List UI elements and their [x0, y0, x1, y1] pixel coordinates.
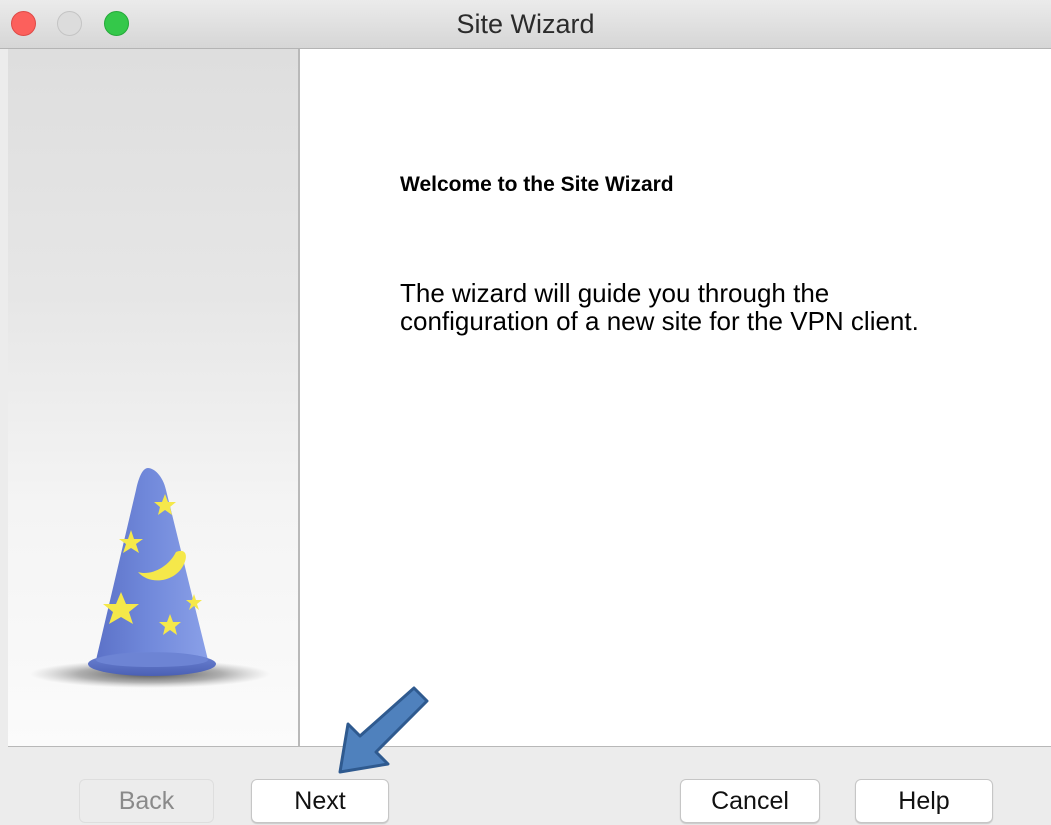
- arrow-icon: [338, 686, 429, 774]
- welcome-heading: Welcome to the Site Wizard: [400, 173, 674, 196]
- site-wizard-window: Site Wizard Welcome to the Site Wizard T…: [0, 0, 1051, 825]
- wizard-description: The wizard will guide you through the co…: [400, 279, 1020, 335]
- description-line: The wizard will guide you through the: [400, 278, 830, 308]
- back-button[interactable]: Back: [79, 779, 214, 823]
- next-button[interactable]: Next: [251, 779, 389, 823]
- help-button[interactable]: Help: [855, 779, 993, 823]
- wizard-button-bar: Back Next Cancel Help: [0, 747, 1051, 825]
- wizard-main-panel: Welcome to the Site Wizard The wizard wi…: [300, 49, 1051, 746]
- wizard-content: Welcome to the Site Wizard The wizard wi…: [8, 49, 1051, 747]
- description-line: configuration of a new site for the VPN …: [400, 306, 919, 336]
- title-bar[interactable]: Site Wizard: [0, 0, 1051, 49]
- wizard-hat-icon: [30, 468, 270, 688]
- wizard-side-panel: [8, 49, 300, 746]
- window-title: Site Wizard: [456, 9, 595, 39]
- cancel-button[interactable]: Cancel: [680, 779, 820, 823]
